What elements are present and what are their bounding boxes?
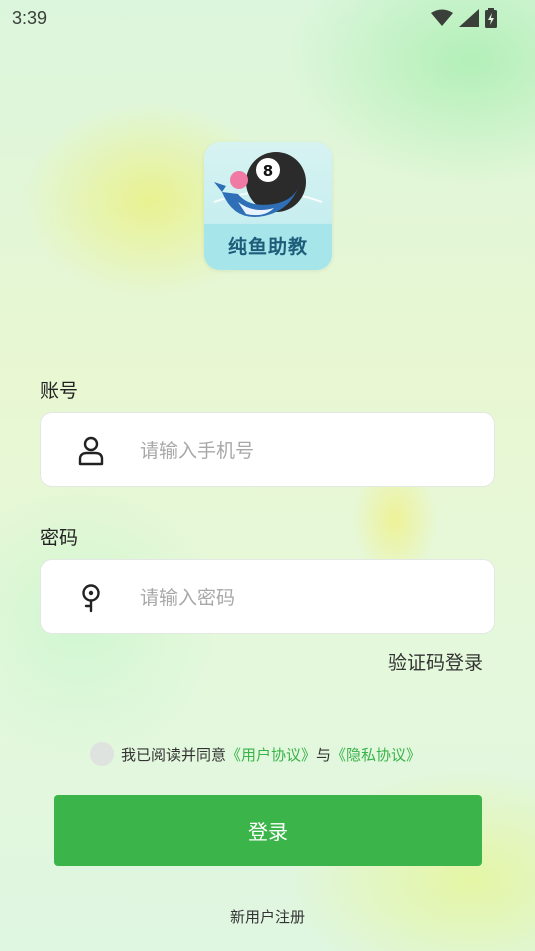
user-agreement-link[interactable]: 《用户协议》 xyxy=(226,744,316,765)
login-button[interactable]: 登录 xyxy=(54,795,482,866)
agreement-prefix: 我已阅读并同意 xyxy=(121,745,227,764)
agreement-row: 我已阅读并同意 《用户协议》 与 《隐私协议》 xyxy=(90,742,421,766)
user-icon xyxy=(78,436,104,466)
agreement-checkbox[interactable] xyxy=(90,742,114,766)
password-input[interactable] xyxy=(138,580,462,616)
status-time: 3:39 xyxy=(12,8,48,28)
key-icon xyxy=(82,584,100,613)
app-logo: 8 纯鱼助教 xyxy=(204,142,332,270)
password-field[interactable] xyxy=(40,559,495,634)
privacy-policy-link[interactable]: 《隐私协议》 xyxy=(331,744,421,765)
system-icons xyxy=(431,8,497,28)
battery-charging-icon xyxy=(485,8,497,28)
wifi-icon xyxy=(431,9,453,26)
register-link[interactable]: 新用户注册 xyxy=(0,906,535,927)
status-bar: 3:39 xyxy=(0,0,535,36)
account-input[interactable] xyxy=(138,433,462,469)
sms-login-link[interactable]: 验证码登录 xyxy=(388,648,483,675)
account-field[interactable] xyxy=(40,412,495,487)
agreement-conjunction: 与 xyxy=(316,745,332,764)
account-label: 账号 xyxy=(40,380,79,402)
cell-signal-icon xyxy=(459,9,479,27)
app-name: 纯鱼助教 xyxy=(227,236,308,258)
password-label: 密码 xyxy=(40,527,79,549)
svg-text:8: 8 xyxy=(263,162,273,180)
